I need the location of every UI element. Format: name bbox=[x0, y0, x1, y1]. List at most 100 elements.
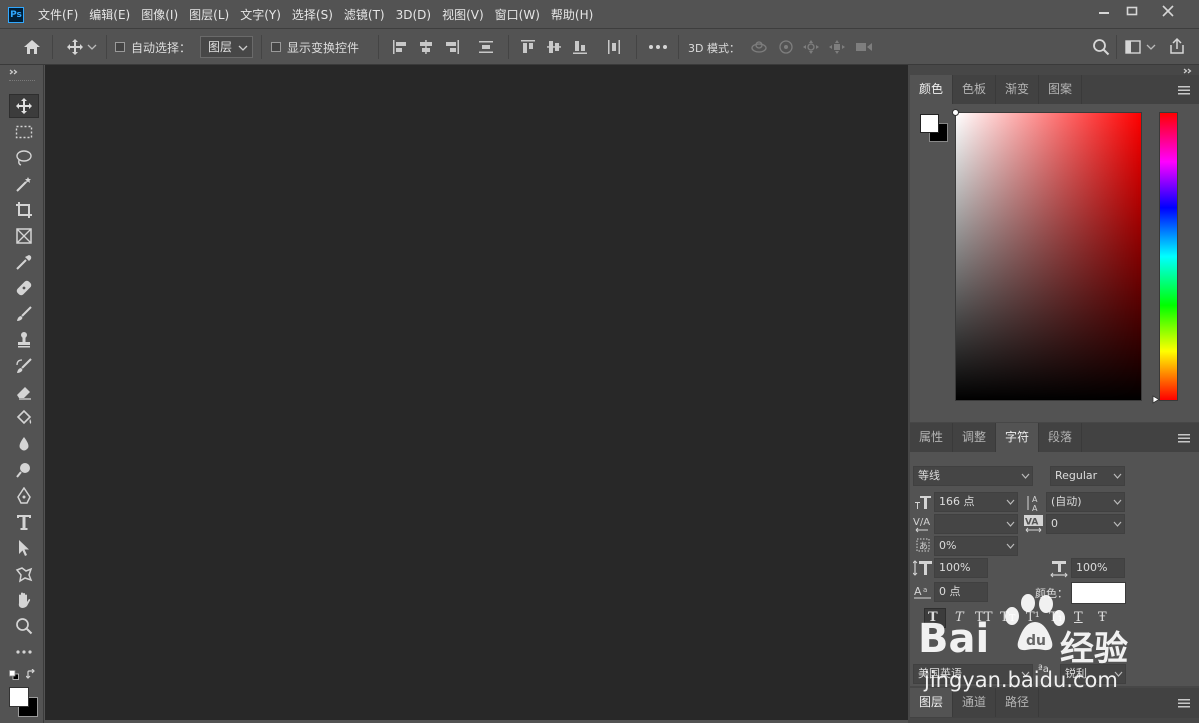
move-tool-preset[interactable] bbox=[62, 37, 100, 57]
foreground-color-swatch[interactable] bbox=[9, 687, 29, 707]
menu-layer[interactable]: 图层(L) bbox=[189, 6, 229, 23]
tracking-field[interactable]: 0 bbox=[1046, 514, 1125, 534]
language-dropdown[interactable]: 美国英语 bbox=[913, 664, 1033, 684]
type-tool[interactable] bbox=[9, 510, 39, 534]
scale-3d-icon[interactable] bbox=[854, 39, 874, 55]
clone-stamp-tool[interactable] bbox=[9, 328, 39, 352]
tab-color[interactable]: 颜色 bbox=[910, 75, 954, 104]
tab-paragraph[interactable]: 段落 bbox=[1039, 423, 1083, 452]
align-bottom-icon[interactable] bbox=[572, 39, 588, 55]
tsume-field[interactable]: 0% bbox=[934, 536, 1018, 556]
font-size-field[interactable]: 166 点 bbox=[934, 492, 1018, 512]
distribute-vertical-icon[interactable] bbox=[606, 39, 622, 55]
tab-gradients[interactable]: 渐变 bbox=[996, 75, 1040, 104]
strikethrough-button[interactable]: Ŧ bbox=[1098, 610, 1107, 625]
faux-italic-button[interactable]: T bbox=[955, 610, 964, 625]
crop-tool[interactable] bbox=[9, 198, 39, 222]
auto-select-checkbox[interactable] bbox=[115, 42, 125, 52]
slide-3d-icon[interactable] bbox=[828, 39, 846, 55]
collapse-panels-icon[interactable] bbox=[1183, 68, 1193, 74]
foreground-color-swatch[interactable] bbox=[920, 114, 939, 133]
magic-wand-tool[interactable] bbox=[9, 172, 39, 196]
align-left-icon[interactable] bbox=[392, 39, 408, 55]
menu-3d[interactable]: 3D(D) bbox=[396, 8, 431, 22]
font-family-dropdown[interactable]: 等线 bbox=[913, 466, 1033, 486]
menu-help[interactable]: 帮助(H) bbox=[551, 6, 593, 23]
distribute-icon[interactable] bbox=[478, 39, 494, 55]
menu-select[interactable]: 选择(S) bbox=[292, 6, 333, 23]
menu-image[interactable]: 图像(I) bbox=[141, 6, 178, 23]
tab-patterns[interactable]: 图案 bbox=[1039, 75, 1083, 104]
align-top-icon[interactable] bbox=[520, 39, 536, 55]
marquee-tool[interactable] bbox=[9, 120, 39, 144]
tab-layers[interactable]: 图层 bbox=[910, 688, 954, 717]
faux-bold-button[interactable]: T bbox=[928, 610, 938, 625]
hue-slider[interactable] bbox=[1159, 112, 1178, 401]
show-transform-checkbox[interactable] bbox=[271, 42, 281, 52]
home-button[interactable] bbox=[20, 37, 44, 57]
tab-character[interactable]: 字符 bbox=[996, 423, 1040, 452]
orbit-3d-icon[interactable] bbox=[750, 39, 768, 55]
pen-tool[interactable] bbox=[9, 484, 39, 508]
collapse-toolbar-icon[interactable] bbox=[9, 69, 19, 75]
search-icon[interactable] bbox=[1092, 38, 1110, 56]
small-caps-button[interactable]: Tт bbox=[1000, 610, 1016, 625]
tab-channels[interactable]: 通道 bbox=[953, 688, 997, 717]
tab-swatches[interactable]: 色板 bbox=[953, 75, 997, 104]
paint-bucket-tool[interactable] bbox=[9, 406, 39, 430]
workspace-switcher[interactable] bbox=[1122, 38, 1158, 56]
swap-colors-icon[interactable] bbox=[26, 669, 37, 680]
dodge-tool[interactable] bbox=[9, 458, 39, 482]
vertical-scale-field[interactable]: 100% bbox=[934, 558, 988, 578]
move-tool[interactable] bbox=[9, 94, 39, 118]
align-horizontal-center-icon[interactable] bbox=[418, 39, 434, 55]
font-style-dropdown[interactable]: Regular bbox=[1050, 466, 1125, 486]
document-canvas-area[interactable] bbox=[45, 65, 908, 720]
path-selection-tool[interactable] bbox=[9, 536, 39, 560]
antialias-dropdown[interactable]: 锐利 bbox=[1060, 664, 1126, 684]
kerning-field[interactable] bbox=[934, 514, 1018, 534]
align-right-icon[interactable] bbox=[444, 39, 460, 55]
shape-tool[interactable] bbox=[9, 562, 39, 586]
horizontal-scale-field[interactable]: 100% bbox=[1071, 558, 1125, 578]
underline-button[interactable]: T bbox=[1074, 610, 1083, 625]
color-picker-handle[interactable] bbox=[952, 109, 959, 116]
history-brush-tool[interactable] bbox=[9, 354, 39, 378]
eyedropper-tool[interactable] bbox=[9, 250, 39, 274]
hand-tool[interactable] bbox=[9, 588, 39, 612]
zoom-tool[interactable] bbox=[9, 614, 39, 638]
maximize-button[interactable] bbox=[1116, 0, 1148, 22]
panel-menu-icon[interactable] bbox=[1178, 699, 1190, 708]
tab-paths[interactable]: 路径 bbox=[996, 688, 1040, 717]
pan-3d-icon[interactable] bbox=[802, 39, 820, 55]
baseline-shift-field[interactable]: 0 点 bbox=[934, 582, 988, 602]
healing-brush-tool[interactable] bbox=[9, 276, 39, 300]
roll-3d-icon[interactable] bbox=[777, 39, 795, 55]
eraser-tool[interactable] bbox=[9, 380, 39, 404]
text-color-swatch[interactable] bbox=[1071, 582, 1126, 604]
default-colors-icon[interactable] bbox=[9, 670, 19, 680]
more-options-icon[interactable] bbox=[648, 41, 668, 53]
auto-select-dropdown[interactable]: 图层 bbox=[200, 36, 253, 58]
frame-tool[interactable] bbox=[9, 224, 39, 248]
subscript-button[interactable]: T₁ bbox=[1049, 610, 1063, 625]
menu-file[interactable]: 文件(F) bbox=[38, 6, 78, 23]
saturation-brightness-field[interactable] bbox=[955, 112, 1142, 401]
close-button[interactable] bbox=[1152, 0, 1184, 22]
share-icon[interactable] bbox=[1168, 37, 1186, 55]
panel-menu-icon[interactable] bbox=[1178, 434, 1190, 443]
leading-field[interactable]: (自动) bbox=[1046, 492, 1125, 512]
menu-type[interactable]: 文字(Y) bbox=[240, 6, 281, 23]
align-vertical-center-icon[interactable] bbox=[546, 39, 562, 55]
superscript-button[interactable]: T¹ bbox=[1026, 610, 1040, 625]
all-caps-button[interactable]: TT bbox=[975, 610, 993, 625]
menu-edit[interactable]: 编辑(E) bbox=[89, 6, 130, 23]
tab-properties[interactable]: 属性 bbox=[910, 423, 954, 452]
panel-menu-icon[interactable] bbox=[1178, 86, 1190, 95]
menu-view[interactable]: 视图(V) bbox=[442, 6, 484, 23]
menu-filter[interactable]: 滤镜(T) bbox=[344, 6, 385, 23]
menu-window[interactable]: 窗口(W) bbox=[495, 6, 540, 23]
lasso-tool[interactable] bbox=[9, 146, 39, 170]
blur-tool[interactable] bbox=[9, 432, 39, 456]
tab-adjustments[interactable]: 调整 bbox=[953, 423, 997, 452]
